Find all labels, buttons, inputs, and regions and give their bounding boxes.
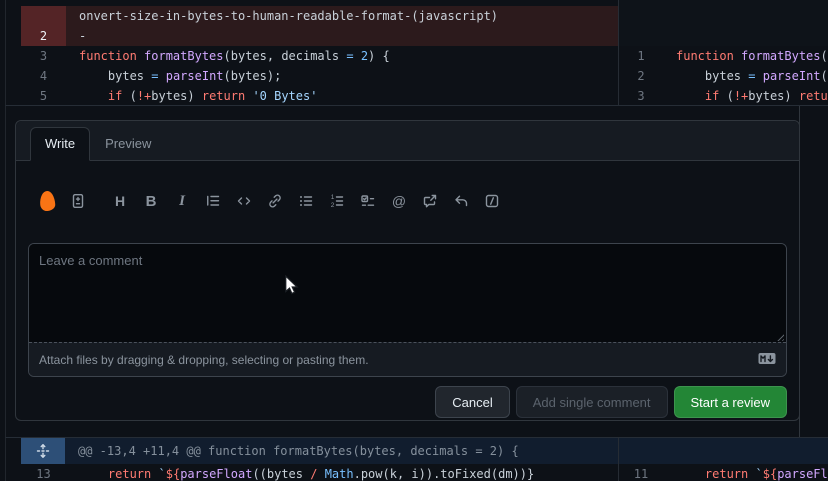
quote-button[interactable] [204, 192, 222, 210]
mention-icon: @ [392, 193, 406, 209]
slash-command-icon [484, 193, 500, 209]
diff-line: 5 if (!+bytes) return '0 Bytes' [6, 86, 618, 105]
line-code: function formatBytes(bytes, decimals = 2… [66, 46, 618, 66]
line-code: bytes = parseInt( [663, 66, 828, 86]
hunk-row-right [619, 438, 828, 464]
heading-icon: H [115, 193, 125, 209]
slash-command-button[interactable] [483, 192, 501, 210]
diff-line: 4 bytes = parseInt(bytes); [6, 66, 618, 86]
diff-line-deleted: 2- [6, 26, 618, 46]
comment-input-wrap: Attach files by dragging & dropping, sel… [28, 243, 787, 377]
line-number: 2 [619, 66, 663, 86]
start-review-button[interactable]: Start a review [674, 386, 787, 418]
cancel-button[interactable]: Cancel [435, 386, 509, 418]
diff-pane-new: 1function formatBytes(2 bytes = parseInt… [618, 0, 828, 105]
diff-line-empty [619, 26, 828, 46]
diff-line: 3 if (!+bytes) retu [619, 86, 828, 105]
line-code: bytes = parseInt(bytes); [66, 66, 618, 86]
list-ordered-button[interactable]: 12 [328, 192, 346, 210]
line-code: function formatBytes( [663, 46, 828, 66]
line-number [619, 6, 663, 26]
heading-button[interactable]: H [111, 192, 129, 210]
attach-files-bar[interactable]: Attach files by dragging & dropping, sel… [29, 342, 786, 376]
cross-reference-icon [422, 193, 438, 209]
list-unordered-button[interactable] [297, 192, 315, 210]
suggestion-button[interactable] [69, 192, 87, 210]
line-number [21, 6, 66, 26]
svg-text:1: 1 [331, 194, 335, 201]
add-single-comment-button[interactable]: Add single comment [516, 386, 668, 418]
line-code: - [66, 26, 618, 46]
code-button[interactable] [235, 192, 253, 210]
cross-reference-button[interactable] [421, 192, 439, 210]
line-number: 2 [21, 26, 66, 46]
comment-actions: Cancel Add single comment Start a review [28, 386, 787, 418]
expand-diff-button[interactable] [21, 438, 65, 464]
diff-rows: 13 return `${parseFloat((bytes / Math.po… [6, 464, 618, 481]
ordered-list-icon: 12 [329, 193, 345, 209]
diff-line: 3function formatBytes(bytes, decimals = … [6, 46, 618, 66]
line-code [663, 6, 828, 26]
diff-line-deleted: onvert-size-in-bytes-to-human-readable-f… [6, 0, 618, 26]
line-number: 1 [619, 46, 663, 66]
diff-section-top: onvert-size-in-bytes-to-human-readable-f… [5, 0, 828, 106]
comment-tabs: Write Preview [16, 121, 799, 161]
line-code: if (!+bytes) retu [663, 86, 828, 105]
line-code: onvert-size-in-bytes-to-human-readable-f… [66, 6, 618, 26]
markdown-toolbar: H B I 12 @ [38, 191, 787, 211]
attach-files-text: Attach files by dragging & dropping, sel… [39, 353, 369, 367]
line-number: 11 [619, 464, 663, 481]
italic-button[interactable]: I [173, 192, 191, 210]
diff-line: 13 return `${parseFloat((bytes / Math.po… [6, 464, 618, 481]
extension-icon [39, 191, 55, 212]
line-code: return `${parseFloat((bytes / Math.pow(k… [66, 464, 618, 481]
diff-pane-new-bottom: 11 return `${parseFl [618, 438, 828, 481]
diff-rows: 11 return `${parseFl [619, 464, 828, 481]
comment-input[interactable] [29, 244, 786, 342]
comment-form: Write Preview H B I 12 @ Attach files by dra… [15, 120, 800, 421]
suggestion-icon [70, 193, 86, 209]
line-code: return `${parseFl [663, 464, 828, 481]
diff-line: 11 return `${parseFl [619, 464, 828, 481]
line-number: 5 [21, 86, 66, 105]
inline-comment-region: Write Preview H B I 12 @ Attach files by dra… [5, 106, 800, 437]
diff-line-empty [619, 0, 828, 26]
unordered-list-icon [298, 193, 314, 209]
task-list-icon [360, 193, 376, 209]
line-number [619, 26, 663, 46]
line-number: 3 [21, 46, 66, 66]
diff-section-bottom: @@ -13,4 +11,4 @@ function formatBytes(b… [5, 437, 828, 481]
hunk-header-right [619, 438, 828, 464]
diff-line: 1function formatBytes( [619, 46, 828, 66]
diff-pane-old-bottom: @@ -13,4 +11,4 @@ function formatBytes(b… [6, 438, 618, 481]
tab-write[interactable]: Write [30, 127, 90, 161]
quote-icon [205, 193, 221, 209]
code-icon [236, 193, 252, 209]
svg-text:2: 2 [331, 202, 335, 209]
line-number: 4 [21, 66, 66, 86]
italic-icon: I [179, 193, 185, 210]
bold-button[interactable]: B [142, 192, 160, 210]
extension-button[interactable] [38, 192, 56, 210]
line-code: if (!+bytes) return '0 Bytes' [66, 86, 618, 105]
link-icon [267, 193, 283, 209]
tasklist-button[interactable] [359, 192, 377, 210]
line-code [663, 26, 828, 46]
hunk-header: @@ -13,4 +11,4 @@ function formatBytes(b… [65, 438, 618, 464]
comment-form-body: H B I 12 @ Attach files by dragging & droppi… [16, 191, 799, 418]
hunk-row: @@ -13,4 +11,4 @@ function formatBytes(b… [6, 438, 618, 464]
line-number: 3 [619, 86, 663, 105]
diff-pane-old: onvert-size-in-bytes-to-human-readable-f… [6, 0, 618, 105]
reply-icon [453, 193, 469, 209]
markdown-icon [758, 352, 776, 368]
link-button[interactable] [266, 192, 284, 210]
diff-line: 2 bytes = parseInt( [619, 66, 828, 86]
line-number: 13 [21, 464, 66, 481]
mention-button[interactable]: @ [390, 192, 408, 210]
bold-icon: B [146, 193, 157, 210]
tab-preview[interactable]: Preview [90, 127, 166, 161]
reply-button[interactable] [452, 192, 470, 210]
